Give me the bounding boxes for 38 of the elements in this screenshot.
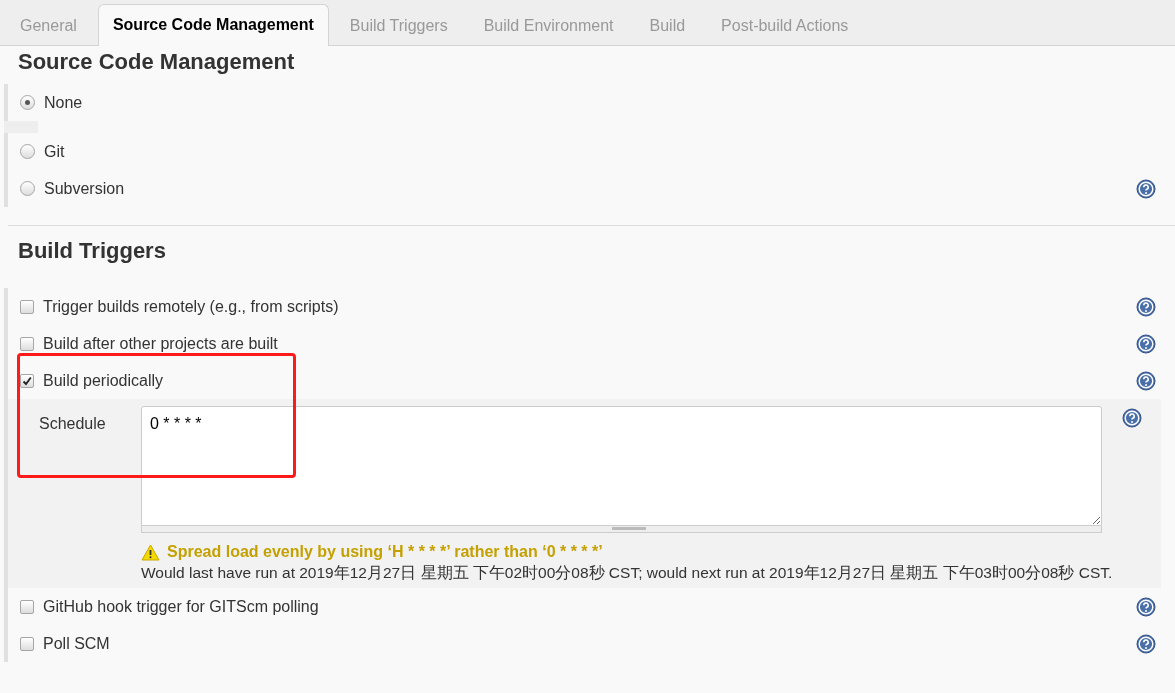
help-icon[interactable]: [1136, 178, 1156, 199]
tab[interactable]: Build Environment: [468, 5, 629, 46]
field-label: Schedule: [38, 414, 107, 434]
radio-button[interactable]: [20, 95, 35, 110]
gap-strip: [4, 121, 38, 133]
checkbox[interactable]: [20, 599, 34, 614]
warning-text: Spread load evenly by using ‘H * * * *’ rather than ‘0 * * * *’: [167, 543, 603, 561]
option-label: Git: [44, 142, 66, 161]
tab[interactable]: Build: [634, 5, 701, 46]
tab[interactable]: General: [5, 5, 92, 46]
tab[interactable]: Source Code Management: [97, 4, 329, 46]
radio-button[interactable]: [20, 144, 35, 159]
trigger-label: Build periodically: [43, 371, 165, 390]
help-icon[interactable]: [1136, 333, 1156, 354]
trigger-label: Build after other projects are built: [43, 334, 279, 353]
trigger-label: GitHub hook trigger for GITScm polling: [43, 597, 320, 616]
checkbox[interactable]: [20, 299, 34, 314]
option-label: None: [44, 93, 84, 112]
help-icon[interactable]: [1122, 408, 1142, 428]
trigger-label: Trigger builds remotely (e.g., from scripts): [43, 297, 340, 316]
checkbox[interactable]: [20, 373, 34, 388]
schedule-field[interactable]: 0 * * * *: [141, 406, 1102, 526]
checkbox[interactable]: [20, 636, 34, 651]
help-icon[interactable]: [1136, 596, 1156, 617]
tab[interactable]: Build Triggers: [334, 5, 463, 46]
trigger-label: Poll SCM: [43, 634, 111, 653]
warning-icon: [141, 543, 160, 561]
checkbox[interactable]: [20, 336, 34, 351]
help-icon[interactable]: [1136, 633, 1156, 654]
tab[interactable]: Post-build Actions: [706, 5, 864, 46]
section-heading: Source Code Management: [17, 48, 296, 76]
radio-button[interactable]: [20, 181, 35, 196]
help-icon[interactable]: [1136, 370, 1156, 391]
help-icon[interactable]: [1136, 296, 1156, 317]
schedule-message: Would last have run at 2019年12月27日 星期五 下午02时00分08秒 CST; would next run at 2019年12月27日 星期五 下午03时00分08秒 CST.: [141, 563, 1114, 583]
option-label: Subversion: [44, 179, 126, 198]
section-heading: Build Triggers: [17, 238, 167, 264]
check-icon: [22, 375, 32, 386]
